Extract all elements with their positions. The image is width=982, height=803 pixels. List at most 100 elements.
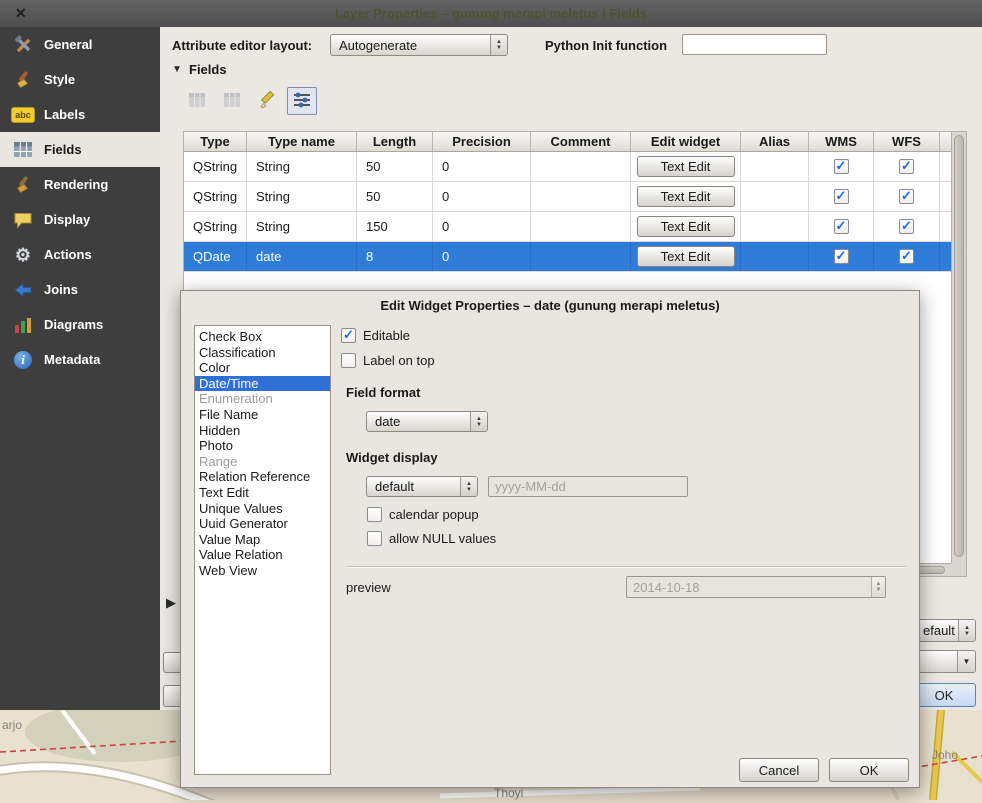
map-place-label: Joho xyxy=(932,748,958,762)
sidebar-item-actions[interactable]: ⚙ Actions xyxy=(0,237,160,272)
widget-type-item[interactable]: Unique Values xyxy=(195,501,330,517)
table-row[interactable]: QString String 150 0 Text Edit ✓ ✓ xyxy=(184,212,953,242)
wfs-checkbox[interactable]: ✓ xyxy=(899,159,914,174)
allow-null-checkbox[interactable] xyxy=(367,531,382,546)
sidebar-item-label: Style xyxy=(44,72,75,87)
sidebar-item-metadata[interactable]: i Metadata xyxy=(0,342,160,377)
text-edit-widget-button[interactable]: Text Edit xyxy=(637,246,735,267)
sidebar-item-label: Metadata xyxy=(44,352,100,367)
vertical-scrollbar[interactable] xyxy=(951,132,966,563)
label-on-top-checkbox[interactable] xyxy=(341,353,356,368)
text-edit-widget-button[interactable]: Text Edit xyxy=(637,216,735,237)
field-calculator-button[interactable] xyxy=(287,87,317,115)
cell-type: QString xyxy=(184,212,247,241)
col-header-type-name[interactable]: Type name xyxy=(247,132,357,151)
sidebar-item-style[interactable]: Style xyxy=(0,62,160,97)
cell-alias xyxy=(741,212,809,241)
sidebar-item-fields[interactable]: Fields xyxy=(0,132,160,167)
sidebar-item-label: General xyxy=(44,37,92,52)
python-init-label: Python Init function xyxy=(545,38,667,53)
editable-checkbox[interactable]: ✓ xyxy=(341,328,356,343)
wms-checkbox[interactable]: ✓ xyxy=(834,189,849,204)
wfs-checkbox[interactable]: ✓ xyxy=(899,249,914,264)
calendar-popup-checkbox[interactable] xyxy=(367,507,382,522)
spinner-arrows-icon[interactable]: ▲▼ xyxy=(470,412,487,431)
info-icon: i xyxy=(11,349,35,371)
delete-field-button[interactable] xyxy=(217,87,247,115)
table-row[interactable]: QString String 50 0 Text Edit ✓ ✓ xyxy=(184,152,953,182)
widget-type-item[interactable]: Classification xyxy=(195,345,330,361)
spinner-arrows-icon: ▲▼ xyxy=(871,577,885,597)
sidebar-item-rendering[interactable]: Rendering xyxy=(0,167,160,202)
preview-label: preview xyxy=(346,580,391,595)
widget-type-item[interactable]: Value Relation xyxy=(195,547,330,563)
delete-field-icon xyxy=(223,92,241,111)
cell-type: QString xyxy=(184,182,247,211)
widget-display-label: Widget display xyxy=(346,450,438,465)
wfs-checkbox[interactable]: ✓ xyxy=(899,189,914,204)
col-header-comment[interactable]: Comment xyxy=(531,132,631,151)
close-window-icon[interactable]: ✕ xyxy=(15,5,27,22)
widget-type-item[interactable]: Check Box xyxy=(195,329,330,345)
col-header-alias[interactable]: Alias xyxy=(741,132,809,151)
cancel-button[interactable]: Cancel xyxy=(739,758,819,782)
table-row-selected[interactable]: QDate date 8 0 Text Edit ✓ ✓ xyxy=(184,242,953,272)
cell-type: QString xyxy=(184,152,247,181)
cell-length: 50 xyxy=(357,152,433,181)
cell-comment xyxy=(531,212,631,241)
widget-type-item[interactable]: Uuid Generator xyxy=(195,516,330,532)
col-header-type[interactable]: Type xyxy=(184,132,247,151)
widget-type-item[interactable]: Text Edit xyxy=(195,485,330,501)
python-init-input[interactable] xyxy=(682,34,827,55)
col-header-length[interactable]: Length xyxy=(357,132,433,151)
combo-value: default xyxy=(375,479,414,494)
properties-ok-button[interactable]: OK xyxy=(912,683,976,707)
attribute-editor-layout-label: Attribute editor layout: xyxy=(172,38,312,53)
widget-display-combo[interactable]: default ▲▼ xyxy=(366,476,478,497)
table-row[interactable]: QString String 50 0 Text Edit ✓ ✓ xyxy=(184,182,953,212)
col-header-precision[interactable]: Precision xyxy=(433,132,531,151)
ok-button[interactable]: OK xyxy=(829,758,909,782)
attribute-editor-layout-combo[interactable]: Autogenerate ▲▼ xyxy=(330,34,508,56)
sidebar-item-joins[interactable]: Joins xyxy=(0,272,160,307)
toggle-editing-button[interactable] xyxy=(252,87,282,115)
text-edit-widget-button[interactable]: Text Edit xyxy=(637,186,735,207)
spinner-arrows-icon[interactable]: ▲▼ xyxy=(958,620,975,641)
widget-type-item[interactable]: Color xyxy=(195,360,330,376)
col-header-wms[interactable]: WMS xyxy=(809,132,874,151)
cell-type-name: date xyxy=(247,242,357,271)
text-edit-widget-button[interactable]: Text Edit xyxy=(637,156,735,177)
widget-type-item-selected[interactable]: Date/Time xyxy=(195,376,330,392)
spinner-arrows-icon[interactable]: ▲▼ xyxy=(460,477,477,496)
sidebar-item-label: Diagrams xyxy=(44,317,103,332)
widget-type-item[interactable]: File Name xyxy=(195,407,330,423)
col-header-edit-widget[interactable]: Edit widget xyxy=(631,132,741,151)
collapse-triangle-icon[interactable]: ▼ xyxy=(172,64,182,75)
wms-checkbox[interactable]: ✓ xyxy=(834,159,849,174)
widget-type-item[interactable]: Relation Reference xyxy=(195,469,330,485)
field-format-combo[interactable]: date ▲▼ xyxy=(366,411,488,432)
widget-type-item[interactable]: Photo xyxy=(195,438,330,454)
sidebar-item-label: Display xyxy=(44,212,90,227)
sidebar-item-general[interactable]: General xyxy=(0,27,160,62)
spinner-arrows-icon[interactable]: ▲▼ xyxy=(490,35,507,55)
add-field-button[interactable] xyxy=(182,87,212,115)
sidebar-item-labels[interactable]: abc Labels xyxy=(0,97,160,132)
fields-section-title: Fields xyxy=(189,62,227,77)
wms-checkbox[interactable]: ✓ xyxy=(834,249,849,264)
cell-alias xyxy=(741,242,809,271)
wfs-checkbox[interactable]: ✓ xyxy=(899,219,914,234)
sidebar-item-diagrams[interactable]: Diagrams xyxy=(0,307,160,342)
expand-triangle-icon[interactable]: ▶ xyxy=(166,595,176,611)
window-titlebar: ✕ Layer Properties – gunung merapi melet… xyxy=(0,0,982,27)
dropdown-arrow-icon: ▼ xyxy=(957,651,975,672)
wms-checkbox[interactable]: ✓ xyxy=(834,219,849,234)
widget-type-list: Check Box Classification Color Date/Time… xyxy=(194,325,331,775)
widget-type-item[interactable]: Value Map xyxy=(195,532,330,548)
col-header-wfs[interactable]: WFS xyxy=(874,132,940,151)
widget-type-item[interactable]: Web View xyxy=(195,563,330,579)
scrollbar-thumb[interactable] xyxy=(954,135,964,557)
sidebar-item-display[interactable]: Display xyxy=(0,202,160,237)
pencil-icon xyxy=(258,91,276,112)
widget-type-item[interactable]: Hidden xyxy=(195,423,330,439)
